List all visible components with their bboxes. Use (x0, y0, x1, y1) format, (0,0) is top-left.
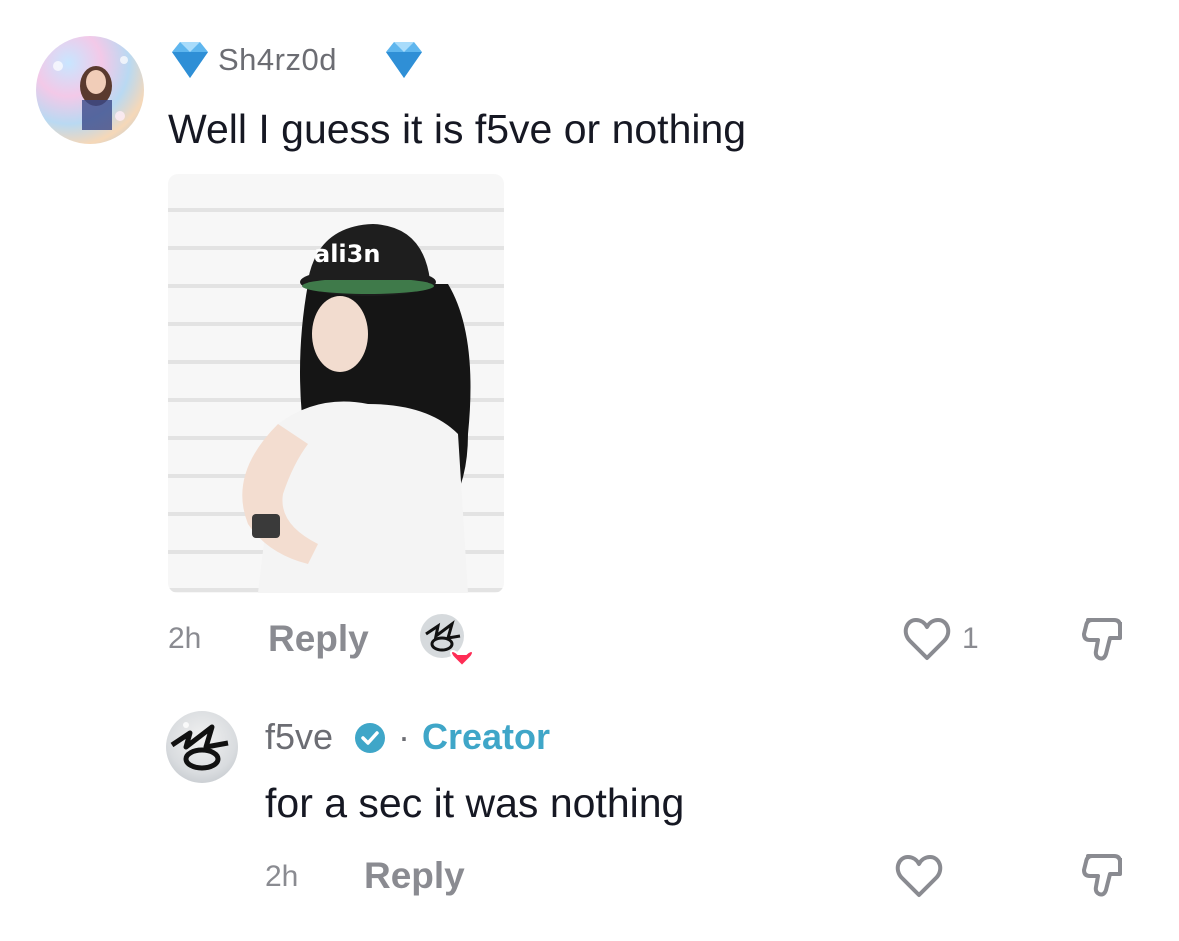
reply-author-username[interactable]: f5ve (265, 716, 333, 758)
reply-button[interactable]: Reply (268, 618, 369, 660)
reply-author-avatar[interactable] (166, 711, 238, 783)
diamond-icon (382, 40, 426, 85)
reply-text: for a sec it was nothing (265, 780, 685, 826)
diamond-icon (168, 40, 212, 85)
commenter-avatar[interactable] (36, 36, 144, 144)
dislike-icon[interactable] (1080, 614, 1130, 669)
dislike-icon[interactable] (1080, 850, 1130, 905)
separator-dot: · (398, 716, 410, 757)
comment-text: Well I guess it is f5ve or nothing (168, 106, 747, 152)
verified-icon (354, 722, 386, 759)
commenter-username[interactable]: Sh4rz0d (218, 42, 337, 78)
comment-photo[interactable]: ali3n (168, 174, 504, 593)
creator-liked-icon (418, 612, 474, 668)
reply-button[interactable]: Reply (364, 855, 465, 897)
reply-time: 2h (265, 860, 299, 893)
heart-outline-icon[interactable] (902, 616, 952, 667)
creator-badge: Creator (422, 716, 551, 757)
comment-time: 2h (168, 622, 202, 655)
cap-text: ali3n (314, 240, 381, 268)
heart-outline-icon[interactable] (894, 853, 944, 904)
like-count: 1 (962, 622, 979, 655)
